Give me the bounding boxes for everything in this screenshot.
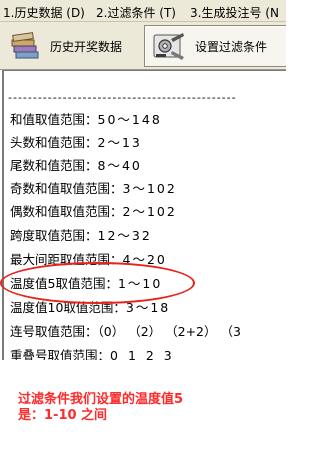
- annotation-line-1: 过滤条件我们设置的温度值5: [18, 392, 184, 407]
- row-label: 头数和值范围：: [10, 135, 98, 150]
- range-row-odd-sum: 奇数和值取值范围：3～102: [10, 178, 177, 197]
- row-value: 1～10: [117, 276, 163, 291]
- settings-tools-icon: [153, 33, 184, 60]
- row-value: 50～148: [97, 112, 162, 127]
- row-value: 8～40: [97, 158, 142, 173]
- range-row-temp10: 温度值10取值范围：3～18: [10, 297, 170, 316]
- menu-filter-conditions[interactable]: 2.过滤条件 (T): [96, 4, 176, 21]
- row-value: 2～13: [97, 135, 142, 150]
- menu-bar: 1.历史数据 (D) 2.过滤条件 (T) 3.生成投注号 (N: [0, 0, 286, 22]
- annotation-line-2: 是：1-10 之间: [18, 408, 108, 423]
- set-filter-conditions-button[interactable]: 设置过滤条件: [144, 25, 286, 67]
- row-label: 温度值10取值范围：: [10, 300, 126, 315]
- history-data-button[interactable]: 历史开奖数据: [2, 25, 138, 67]
- range-row-consecutive: 连号取值范围：（0） （2） （2+2） （3: [10, 321, 241, 340]
- row-label: 重叠号取值范围：: [10, 348, 111, 360]
- row-label: 奇数和值取值范围：: [10, 181, 123, 196]
- row-label: 偶数和值取值范围：: [10, 204, 123, 219]
- row-value: 3～102: [122, 181, 177, 196]
- range-row-sum: 和值取值范围：50～148: [10, 109, 162, 128]
- annotation-text: 过滤条件我们设置的温度值5 是：1-10 之间: [18, 392, 286, 424]
- row-label: 连号取值范围：: [10, 324, 98, 339]
- row-label: 尾数和值范围：: [10, 158, 98, 173]
- menu-generate-numbers[interactable]: 3.生成投注号 (N: [190, 4, 279, 21]
- range-row-temp5: 温度值5取值范围：1～10: [10, 273, 162, 292]
- row-label: 跨度取值范围：: [10, 228, 98, 243]
- row-label: 最大间距取值范围：: [10, 252, 123, 267]
- row-value: （0） （2） （2+2） （3: [97, 324, 241, 339]
- filter-summary-panel: ----------------------------------------…: [2, 70, 286, 360]
- row-label: 和值取值范围：: [10, 112, 98, 127]
- range-row-even-sum: 偶数和值取值范围：2～102: [10, 201, 177, 220]
- menu-history-data[interactable]: 1.历史数据 (D): [3, 4, 85, 21]
- books-icon: [11, 32, 39, 59]
- range-row-max-gap: 最大间距取值范围：4～20: [10, 249, 167, 268]
- range-row-overlap: 重叠号取值范围：0 1 2 3: [10, 345, 175, 360]
- row-label: 温度值5取值范围：: [10, 276, 118, 291]
- range-row-head-sum: 头数和值范围：2～13: [10, 132, 142, 151]
- separator-line: ----------------------------------------…: [8, 91, 237, 104]
- row-value: 12～32: [97, 228, 152, 243]
- toolbar: 历史开奖数据 设置过滤条件: [0, 22, 286, 70]
- range-row-tail-sum: 尾数和值范围：8～40: [10, 155, 142, 174]
- range-row-span: 跨度取值范围：12～32: [10, 225, 152, 244]
- row-value: 0 1 2 3: [110, 348, 175, 360]
- row-value: 4～20: [122, 252, 167, 267]
- set-filter-conditions-label: 设置过滤条件: [195, 39, 268, 54]
- row-value: 3～18: [125, 300, 171, 315]
- row-value: 2～102: [122, 204, 177, 219]
- history-data-label: 历史开奖数据: [50, 39, 123, 54]
